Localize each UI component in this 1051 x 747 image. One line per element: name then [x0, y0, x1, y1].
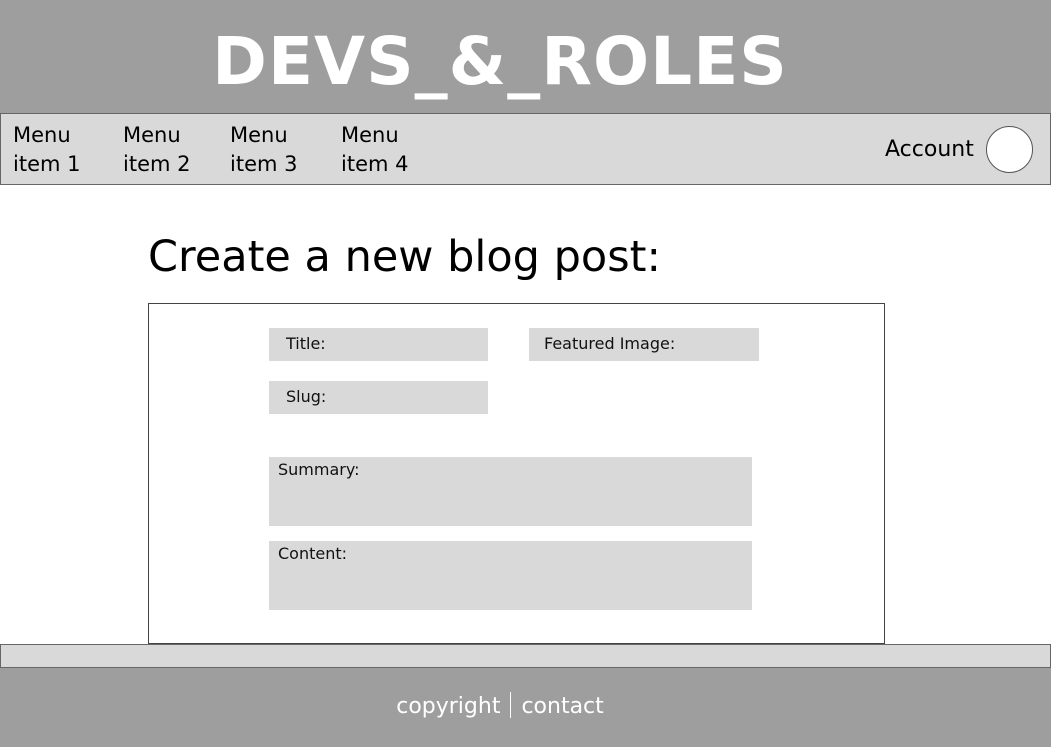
featured-image-field-label: Featured Image:: [544, 334, 676, 353]
nav-bar: Menu item 1 Menu item 2 Menu item 3 Menu…: [0, 113, 1051, 185]
menu-item-2-line1: Menu: [123, 123, 181, 147]
menu-item-3-line1: Menu: [230, 123, 288, 147]
menu-item-3[interactable]: Menu item 3: [230, 121, 297, 179]
menu-item-3-line2: item 3: [230, 152, 298, 176]
site-title: DEVS_&_ROLES: [212, 23, 788, 100]
menu-item-1-line2: item 1: [13, 152, 81, 176]
account-avatar[interactable]: [986, 126, 1033, 173]
menu-item-4-line2: item 4: [341, 152, 409, 176]
blog-post-form: Title: Featured Image: Slug: Summary: Co…: [148, 303, 885, 644]
menu-item-4-line1: Menu: [341, 123, 399, 147]
footer-links: copyright contact: [0, 692, 1000, 722]
menu-item-1[interactable]: Menu item 1: [13, 121, 80, 179]
contact-link[interactable]: contact: [521, 694, 603, 719]
summary-field[interactable]: Summary:: [269, 457, 752, 526]
menu-item-2[interactable]: Menu item 2: [123, 121, 190, 179]
content-field-label: Content:: [278, 544, 348, 563]
page-title: Create a new blog post:: [148, 232, 661, 282]
footer-separator: [510, 692, 512, 718]
site-footer: copyright contact: [0, 668, 1051, 747]
account-link[interactable]: Account: [885, 135, 974, 165]
footer-divider-bar: [0, 644, 1051, 668]
featured-image-field[interactable]: Featured Image:: [529, 328, 759, 361]
content-field[interactable]: Content:: [269, 541, 752, 610]
slug-field[interactable]: Slug:: [269, 381, 488, 414]
menu-item-1-line1: Menu: [13, 123, 71, 147]
slug-field-label: Slug:: [286, 387, 327, 406]
copyright-link[interactable]: copyright: [396, 694, 500, 719]
title-field-label: Title:: [286, 334, 326, 353]
title-field[interactable]: Title:: [269, 328, 488, 361]
summary-field-label: Summary:: [278, 460, 360, 479]
menu-item-4[interactable]: Menu item 4: [341, 121, 408, 179]
menu-item-2-line2: item 2: [123, 152, 191, 176]
site-header: DEVS_&_ROLES: [0, 0, 1051, 113]
